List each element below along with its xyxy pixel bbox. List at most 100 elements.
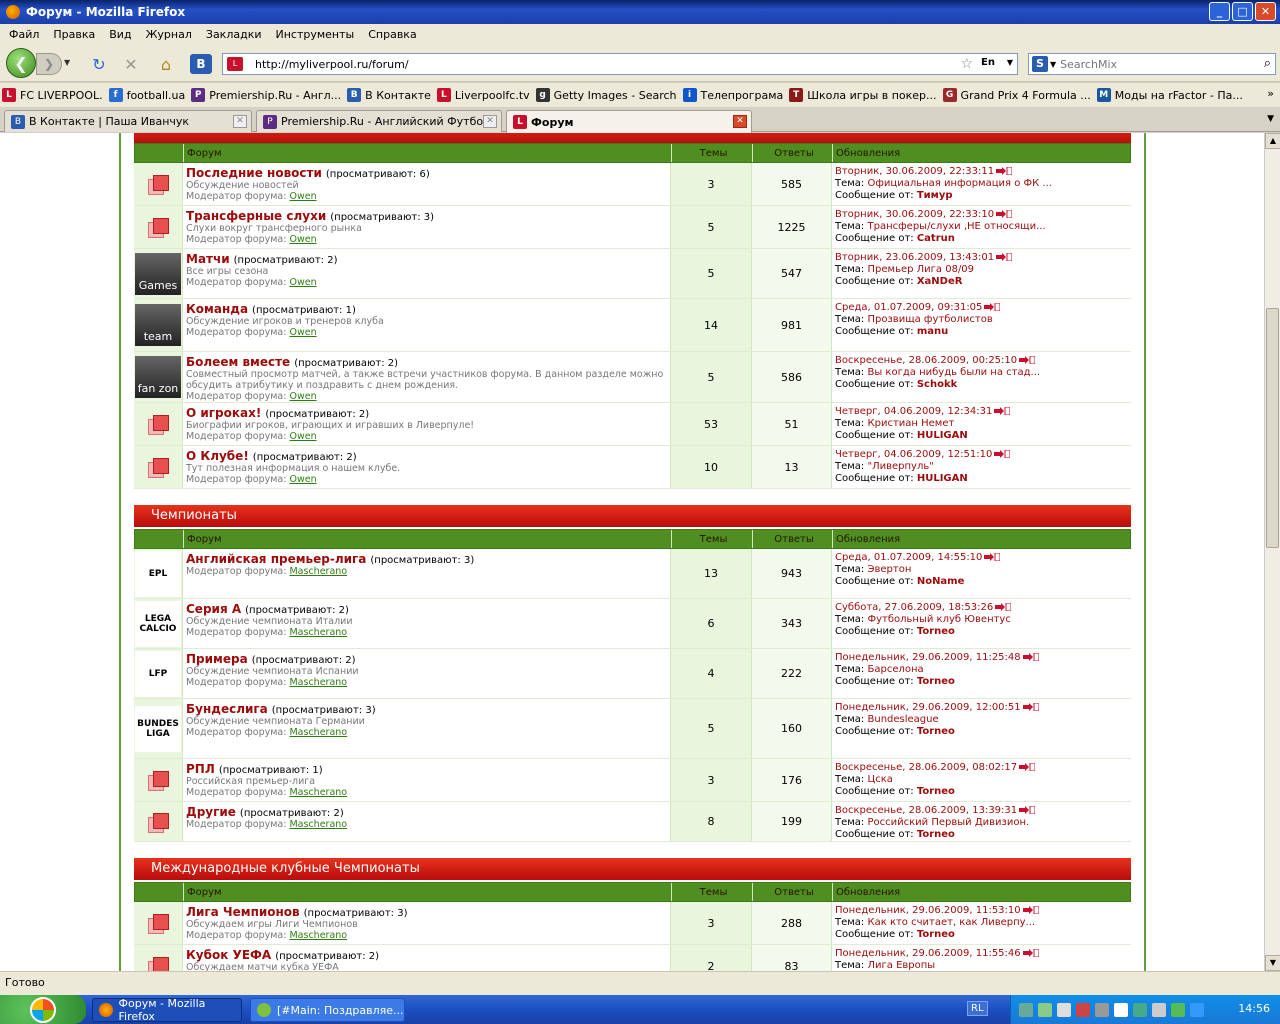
tray-app-icon[interactable] <box>1038 1002 1052 1017</box>
last-post-author-link[interactable]: HULIGAN <box>917 473 968 484</box>
moderator-link[interactable]: Owen <box>289 327 316 338</box>
last-topic-link[interactable]: Bundesleague <box>868 714 939 725</box>
bookmark-item[interactable]: ВВ Контакте <box>347 88 431 102</box>
bookmarks-overflow-icon[interactable]: » <box>1267 87 1274 100</box>
tab-list-dropdown-icon[interactable]: ▼ <box>1267 114 1274 124</box>
scroll-up-icon[interactable]: ▲ <box>1265 133 1280 149</box>
bookmark-item[interactable]: i Телепрограма <box>682 88 783 102</box>
menu-history[interactable]: Журнал <box>139 28 199 41</box>
go-to-last-post-icon[interactable] <box>1019 356 1036 364</box>
forum-title-link[interactable]: РПЛ <box>186 762 215 776</box>
bookmark-item[interactable]: P Premiership.Ru - Англ... <box>191 88 341 102</box>
vkontakte-icon[interactable]: В <box>190 54 212 74</box>
last-post-author-link[interactable]: XaNDeR <box>917 276 963 287</box>
home-icon[interactable]: ⌂ <box>155 54 177 74</box>
search-input[interactable] <box>1060 57 1251 71</box>
tab-3[interactable]: L Форум ✕ <box>506 110 752 133</box>
minimize-button[interactable]: _ <box>1209 2 1230 21</box>
go-to-last-post-icon[interactable] <box>1019 763 1036 771</box>
last-post-author-link[interactable]: manu <box>917 326 948 337</box>
menu-view[interactable]: Вид <box>102 28 138 41</box>
forward-button[interactable]: ❯ <box>36 53 62 75</box>
bookmark-item[interactable]: G Grand Prix 4 Formula ... <box>942 88 1091 102</box>
last-topic-link[interactable]: Вы когда нибудь были на стад... <box>868 367 1041 378</box>
tray-device-icon[interactable] <box>1095 1002 1109 1017</box>
last-topic-link[interactable]: Цска <box>868 774 893 785</box>
menu-tools[interactable]: Инструменты <box>269 28 362 41</box>
last-topic-link[interactable]: Российский Первый Дивизион. <box>868 817 1030 828</box>
maximize-button[interactable]: □ <box>1232 2 1253 21</box>
bookmark-item[interactable]: L FC LIVERPOOL. <box>2 88 103 102</box>
stop-icon[interactable]: ✕ <box>120 54 142 74</box>
forum-title-link[interactable]: Лига Чемпионов <box>186 905 300 919</box>
forum-title-link[interactable]: Кубок УЕФА <box>186 948 271 962</box>
go-to-last-post-icon[interactable] <box>996 167 1013 175</box>
bookmark-item[interactable]: f football.ua <box>108 88 185 102</box>
tab-2[interactable]: P Premiership.Ru - Английский Футбол ✕ <box>256 110 502 132</box>
last-post-author-link[interactable]: Torneo <box>917 786 955 797</box>
last-post-author-link[interactable]: Torneo <box>917 929 955 940</box>
go-to-last-post-icon[interactable] <box>996 210 1013 218</box>
go-to-last-post-icon[interactable] <box>995 603 1012 611</box>
forum-title-link[interactable]: Другие <box>186 805 236 819</box>
tray-security-icon[interactable] <box>1076 1002 1090 1017</box>
last-post-author-link[interactable]: Torneo <box>917 676 955 687</box>
last-post-author-link[interactable]: Catrun <box>917 233 955 244</box>
scroll-thumb[interactable] <box>1266 308 1279 548</box>
last-post-author-link[interactable]: HULIGAN <box>917 430 968 441</box>
search-engine-dropdown-icon[interactable]: ▼ <box>1050 60 1056 69</box>
forum-title-link[interactable]: Бундеслига <box>186 702 268 716</box>
tray-connection-icon[interactable] <box>1171 1002 1185 1017</box>
last-topic-link[interactable]: Как кто считает, как Ливерпу... <box>868 917 1036 928</box>
moderator-link[interactable]: Mascherano <box>289 930 347 941</box>
go-to-last-post-icon[interactable] <box>984 303 1001 311</box>
history-dropdown-icon[interactable]: ▼ <box>64 58 70 67</box>
last-topic-link[interactable]: Кристиан Немет <box>868 418 955 429</box>
vertical-scrollbar[interactable]: ▲ ▼ <box>1264 133 1280 971</box>
search-box[interactable]: S ▼ ⌕ <box>1028 53 1276 75</box>
search-engine-icon[interactable]: S <box>1032 56 1048 72</box>
menu-bookmarks[interactable]: Закладки <box>199 28 269 41</box>
last-topic-link[interactable]: Футбольный клуб Ювентус <box>868 614 1011 625</box>
menu-edit[interactable]: Правка <box>46 28 102 41</box>
bookmark-item[interactable]: L Liverpoolfc.tv <box>436 88 530 102</box>
go-to-last-post-icon[interactable] <box>996 253 1013 261</box>
category-header[interactable] <box>134 133 1131 143</box>
close-tab-icon[interactable]: ✕ <box>483 115 497 128</box>
moderator-link[interactable]: Mascherano <box>289 566 347 577</box>
go-to-last-post-icon[interactable] <box>1019 806 1036 814</box>
moderator-link[interactable]: Mascherano <box>289 627 347 638</box>
tray-messenger-icon[interactable] <box>1114 1002 1128 1017</box>
go-to-last-post-icon[interactable] <box>1022 906 1039 914</box>
forum-title-link[interactable]: Английская премьер-лига <box>186 552 366 566</box>
close-tab-icon[interactable]: ✕ <box>733 115 747 128</box>
last-topic-link[interactable]: Барселона <box>868 664 924 675</box>
go-to-last-post-icon[interactable] <box>1022 703 1039 711</box>
scroll-down-icon[interactable]: ▼ <box>1265 955 1280 971</box>
forum-title-link[interactable]: Болеем вместе <box>186 355 290 369</box>
bookmark-item[interactable]: М Моды на rFactor - Па... <box>1096 88 1243 102</box>
bookmark-item[interactable]: T Школа игры в покер... <box>789 88 937 102</box>
tray-volume-icon[interactable] <box>1152 1002 1166 1017</box>
bookmark-star-icon[interactable]: ☆ <box>960 56 973 72</box>
last-topic-link[interactable]: Официальная информация о ФК ... <box>868 178 1052 189</box>
last-post-author-link[interactable]: Torneo <box>917 626 955 637</box>
tray-network-icon[interactable] <box>1019 1002 1033 1017</box>
forum-title-link[interactable]: Команда <box>186 302 248 316</box>
moderator-link[interactable]: Owen <box>289 277 316 288</box>
go-to-last-post-icon[interactable] <box>1022 949 1039 957</box>
last-post-author-link[interactable]: Torneo <box>917 829 955 840</box>
go-to-last-post-icon[interactable] <box>1022 653 1039 661</box>
last-topic-link[interactable]: Премьер Лига 08/09 <box>868 264 975 275</box>
taskbar-item-irc[interactable]: [#Main: Поздравляе... <box>250 998 405 1022</box>
moderator-link[interactable]: Mascherano <box>289 727 347 738</box>
tray-skype-icon[interactable] <box>1190 1002 1204 1017</box>
forum-title-link[interactable]: Трансферные слухи <box>186 209 326 223</box>
tab-1[interactable]: В В Контакте | Паша Иванчук ✕ <box>4 110 252 132</box>
reload-icon[interactable]: ↻ <box>88 54 110 74</box>
language-bar[interactable]: RL <box>967 1001 988 1016</box>
language-indicator[interactable]: En <box>981 57 995 68</box>
moderator-link[interactable]: Owen <box>289 234 316 245</box>
go-to-last-post-icon[interactable] <box>994 407 1011 415</box>
moderator-link[interactable]: Mascherano <box>289 787 347 798</box>
